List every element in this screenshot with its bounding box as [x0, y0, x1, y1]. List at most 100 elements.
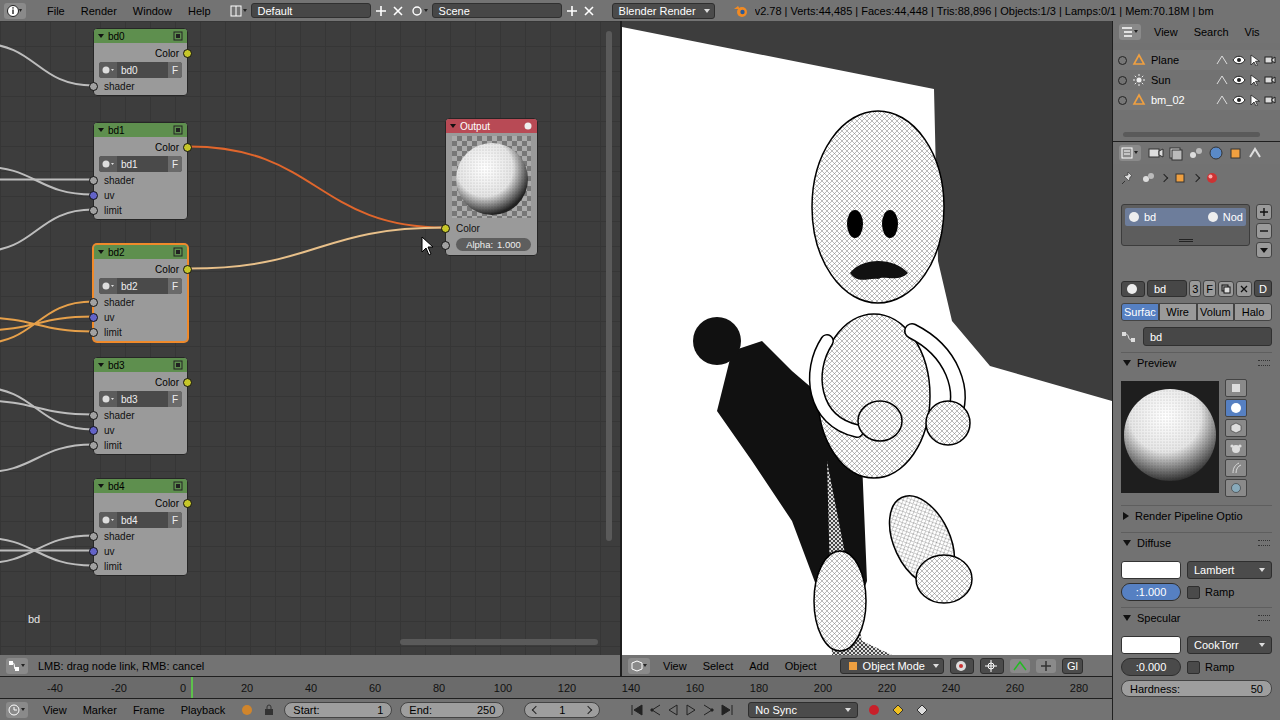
- jump-start-icon[interactable]: [630, 704, 644, 716]
- node-material-field[interactable]: bd: [1143, 327, 1272, 346]
- input-socket[interactable]: [89, 547, 98, 556]
- node-link[interactable]: [0, 536, 93, 564]
- preview-shape-button[interactable]: [1225, 399, 1247, 417]
- start-frame-field[interactable]: Start:1: [284, 702, 392, 718]
- browse-material[interactable]: [1121, 281, 1145, 297]
- node-tree-name[interactable]: bd2: [117, 281, 168, 292]
- output-socket[interactable]: [183, 499, 192, 508]
- menu-item[interactable]: Search: [1187, 24, 1236, 40]
- select-arrow-icon[interactable]: [1249, 54, 1261, 66]
- node-group-datablock[interactable]: bd2F: [99, 278, 182, 294]
- collapse-icon[interactable]: [98, 34, 104, 38]
- node-tree-icon[interactable]: [99, 512, 117, 528]
- editor-type-button[interactable]: [4, 3, 26, 19]
- sync-dropdown[interactable]: No Sync: [748, 702, 858, 718]
- node-link[interactable]: [0, 44, 93, 86]
- menu-item[interactable]: View: [656, 658, 694, 674]
- mode-dropdown[interactable]: Object Mode: [840, 658, 944, 674]
- node-header[interactable]: bd1: [94, 123, 187, 137]
- keying-set-icon[interactable]: [890, 703, 906, 717]
- decrement-icon[interactable]: [532, 705, 540, 713]
- node-canvas[interactable]: bd0Colorbd0Fshaderbd1Colorbd1Fshaderuvli…: [0, 21, 620, 655]
- horizontal-scrollbar[interactable]: [400, 639, 598, 645]
- new-material-button[interactable]: [1218, 281, 1234, 297]
- modifier-icon[interactable]: [1215, 54, 1229, 66]
- fake-user-button[interactable]: F: [1203, 280, 1216, 297]
- input-socket[interactable]: [89, 176, 98, 185]
- preview-shape-button[interactable]: [1225, 439, 1247, 457]
- layers-tab-icon[interactable]: [1167, 145, 1185, 161]
- node-group-datablock[interactable]: bd1F: [99, 156, 182, 172]
- pivot-dropdown[interactable]: [980, 658, 1004, 674]
- material-name-field[interactable]: bd: [1147, 280, 1187, 297]
- modifier-icon[interactable]: [1215, 94, 1229, 106]
- shading-dropdown[interactable]: [950, 658, 974, 674]
- drag-grip-icon[interactable]: [1258, 615, 1270, 621]
- output-node[interactable]: OutputColorAlpha:1.000: [445, 118, 538, 256]
- expand-icon[interactable]: [1118, 96, 1127, 105]
- node-group-icon[interactable]: [173, 481, 183, 491]
- group-node[interactable]: bd2Colorbd2Fshaderuvlimit: [93, 244, 188, 342]
- alpha-field[interactable]: Alpha:1.000: [456, 238, 531, 251]
- add-icon[interactable]: [374, 4, 388, 18]
- preview-shape-button[interactable]: [1225, 479, 1247, 497]
- render-camera-icon[interactable]: [1264, 74, 1276, 86]
- panel-toggle-icon[interactable]: [1123, 360, 1131, 366]
- material-slot[interactable]: bdNod: [1125, 208, 1246, 226]
- input-socket[interactable]: [89, 441, 98, 450]
- menu-item[interactable]: Render: [74, 3, 124, 19]
- diffuse-intensity-slider[interactable]: :1.000: [1121, 583, 1181, 601]
- lock-icon[interactable]: [262, 703, 276, 717]
- specular-ramp-toggle[interactable]: Ramp: [1187, 661, 1234, 674]
- node-group-datablock[interactable]: bd3F: [99, 391, 182, 407]
- material-type-tab[interactable]: Wire: [1159, 303, 1197, 321]
- diffuse-color-swatch[interactable]: [1121, 561, 1181, 579]
- scene-tab-icon[interactable]: [1187, 145, 1205, 161]
- checkbox[interactable]: [1187, 661, 1200, 674]
- editor-type-button[interactable]: [6, 702, 28, 718]
- outliner-row[interactable]: bm_02: [1113, 90, 1280, 110]
- preview-shape-button[interactable]: [1225, 459, 1247, 477]
- screen-layout-selector[interactable]: Default: [230, 3, 405, 18]
- input-socket[interactable]: [89, 206, 98, 215]
- fake-user-button[interactable]: F: [168, 62, 182, 78]
- node-link[interactable]: [0, 317, 93, 331]
- prev-key-icon[interactable]: [648, 704, 662, 716]
- specular-panel-header[interactable]: Specular: [1121, 607, 1272, 628]
- viewport-canvas[interactable]: [622, 21, 1112, 655]
- drag-grip-icon[interactable]: [1258, 540, 1270, 546]
- fake-user-button[interactable]: F: [168, 156, 182, 172]
- node-group-icon[interactable]: [173, 125, 183, 135]
- node-tree-name[interactable]: bd3: [117, 394, 168, 405]
- link-dropdown[interactable]: D: [1254, 280, 1272, 297]
- close-icon[interactable]: [391, 4, 405, 18]
- pipeline-panel-header[interactable]: Render Pipeline Optio: [1121, 505, 1272, 526]
- material-type-tab[interactable]: Surfac: [1121, 303, 1159, 321]
- node-link[interactable]: [0, 538, 93, 566]
- next-key-icon[interactable]: [702, 704, 716, 716]
- menu-item[interactable]: Window: [126, 3, 179, 19]
- drag-grip-icon[interactable]: [1258, 360, 1270, 366]
- specular-intensity-slider[interactable]: :0.000: [1121, 658, 1181, 676]
- scene-name-field[interactable]: Scene: [432, 3, 562, 18]
- node-link[interactable]: [0, 167, 93, 195]
- group-node[interactable]: bd3Colorbd3Fshaderuvlimit: [93, 357, 188, 455]
- end-frame-field[interactable]: End:250: [400, 702, 504, 718]
- play-icon[interactable]: [684, 704, 698, 716]
- preview-shape-button[interactable]: [1225, 419, 1247, 437]
- node-header[interactable]: bd0: [94, 29, 187, 43]
- panel-toggle-icon[interactable]: [1123, 512, 1129, 520]
- node-group-datablock[interactable]: bd0F: [99, 62, 182, 78]
- render-camera-icon[interactable]: [1264, 54, 1276, 66]
- node-link[interactable]: [0, 401, 93, 415]
- input-socket[interactable]: [89, 411, 98, 420]
- menu-item[interactable]: Marker: [76, 702, 124, 718]
- menu-item[interactable]: Add: [742, 658, 776, 674]
- object-name[interactable]: Sun: [1151, 74, 1210, 86]
- play-reverse-icon[interactable]: [666, 704, 680, 716]
- checkbox[interactable]: [1187, 586, 1200, 599]
- menu-item[interactable]: Help: [181, 3, 218, 19]
- frame-ruler[interactable]: -40-200204060801001201401601802002202402…: [0, 677, 1112, 698]
- object-tab-icon[interactable]: [1227, 145, 1245, 161]
- eye-icon[interactable]: [1232, 54, 1246, 66]
